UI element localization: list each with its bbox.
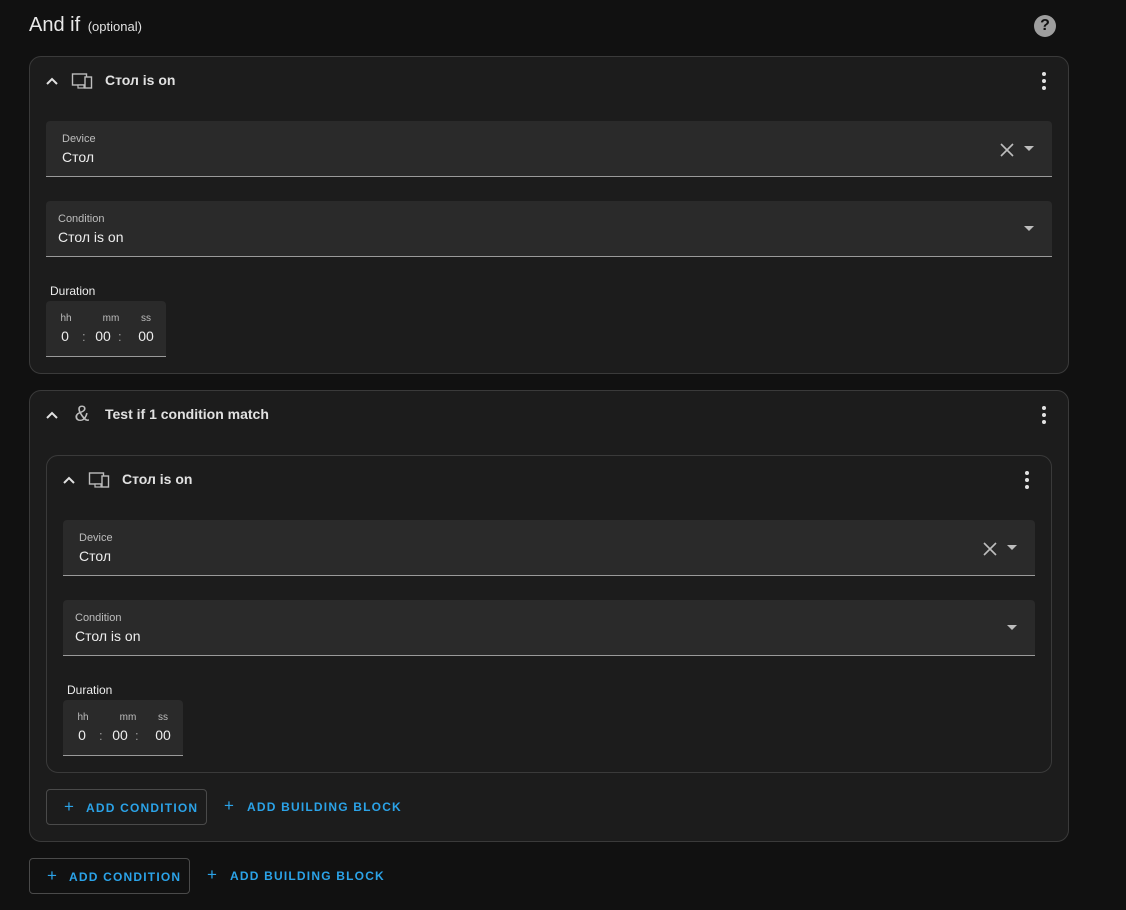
more-vert-icon[interactable] [1015, 468, 1039, 492]
section-header: And if (optional) ? [29, 12, 1069, 42]
duration-input: hh mm ss 0 : 00 : 00 [63, 700, 183, 756]
duration-label: Duration [67, 683, 113, 697]
devices-icon [88, 472, 110, 488]
minutes-unit-label: mm [102, 313, 120, 324]
chevron-up-icon[interactable] [59, 470, 79, 490]
dropdown-arrow-icon[interactable] [1024, 226, 1034, 231]
seconds-unit-label: ss [158, 712, 168, 723]
hours-input[interactable]: 0 [70, 727, 94, 743]
nested-condition-header[interactable]: Стол is on [47, 456, 1051, 504]
minutes-input[interactable]: 00 [91, 328, 115, 344]
add-condition-button[interactable]: + ADD CONDITION [46, 789, 207, 825]
plus-icon: + [207, 865, 219, 884]
hours-unit-label: hh [77, 712, 89, 723]
clear-icon[interactable] [1000, 143, 1014, 157]
condition-select[interactable]: Condition Стол is on [46, 201, 1052, 257]
condition-title: Стол is on [105, 72, 176, 88]
minutes-unit-label: mm [119, 712, 137, 723]
add-building-block-label: ADD BUILDING BLOCK [247, 800, 402, 814]
device-select[interactable]: Device Стол [46, 121, 1052, 177]
add-building-block-button[interactable]: + ADD BUILDING BLOCK [224, 789, 401, 825]
add-building-block-button[interactable]: + ADD BUILDING BLOCK [207, 858, 384, 894]
section-title-text: And if [29, 14, 81, 36]
chevron-up-icon[interactable] [42, 405, 62, 425]
add-condition-label: ADD CONDITION [69, 870, 182, 884]
dropdown-arrow-icon[interactable] [1007, 545, 1017, 550]
devices-icon [71, 73, 93, 89]
condition-value: Стол is on [58, 229, 124, 245]
condition-card-header[interactable]: Стол is on [30, 57, 1068, 105]
condition-select[interactable]: Condition Стол is on [63, 600, 1035, 656]
duration-label: Duration [50, 284, 96, 298]
condition-title: Test if 1 condition match [105, 406, 269, 422]
device-value: Стол [79, 548, 112, 564]
plus-icon: + [47, 866, 59, 885]
time-separator: : [135, 728, 139, 743]
condition-value: Стол is on [75, 628, 141, 644]
optional-label: (optional) [87, 19, 142, 34]
ampersand-icon: & [74, 401, 90, 426]
more-vert-icon[interactable] [1032, 403, 1056, 427]
seconds-input[interactable]: 00 [134, 328, 158, 344]
hours-unit-label: hh [60, 313, 72, 324]
device-select[interactable]: Device Стол [63, 520, 1035, 576]
device-value: Стол [62, 149, 95, 165]
add-building-block-label: ADD BUILDING BLOCK [230, 869, 385, 883]
device-label: Device [62, 133, 96, 145]
seconds-unit-label: ss [141, 313, 151, 324]
device-label: Device [79, 532, 113, 544]
clear-icon[interactable] [983, 542, 997, 556]
add-condition-label: ADD CONDITION [86, 801, 199, 815]
duration-input: hh mm ss 0 : 00 : 00 [46, 301, 166, 357]
dropdown-arrow-icon[interactable] [1007, 625, 1017, 630]
condition-card-header[interactable]: & Test if 1 condition match [30, 391, 1068, 439]
condition-label: Condition [75, 612, 122, 624]
nested-condition-card: Стол is on Device Стол Condition Стол is… [46, 455, 1052, 773]
section-title: And if (optional) [29, 14, 142, 37]
add-condition-button[interactable]: + ADD CONDITION [29, 858, 190, 894]
time-separator: : [118, 329, 122, 344]
plus-icon: + [64, 797, 76, 816]
condition-title: Стол is on [122, 471, 193, 487]
time-separator: : [99, 728, 103, 743]
chevron-up-icon[interactable] [42, 71, 62, 91]
condition-card-or: & Test if 1 condition match Стол is on D… [29, 390, 1069, 842]
hours-input[interactable]: 0 [53, 328, 77, 344]
condition-card-device: Стол is on Device Стол Condition Стол is… [29, 56, 1069, 374]
help-icon[interactable]: ? [1034, 15, 1056, 37]
time-separator: : [82, 329, 86, 344]
condition-label: Condition [58, 213, 105, 225]
plus-icon: + [224, 796, 236, 815]
minutes-input[interactable]: 00 [108, 727, 132, 743]
seconds-input[interactable]: 00 [151, 727, 175, 743]
dropdown-arrow-icon[interactable] [1024, 146, 1034, 151]
more-vert-icon[interactable] [1032, 69, 1056, 93]
